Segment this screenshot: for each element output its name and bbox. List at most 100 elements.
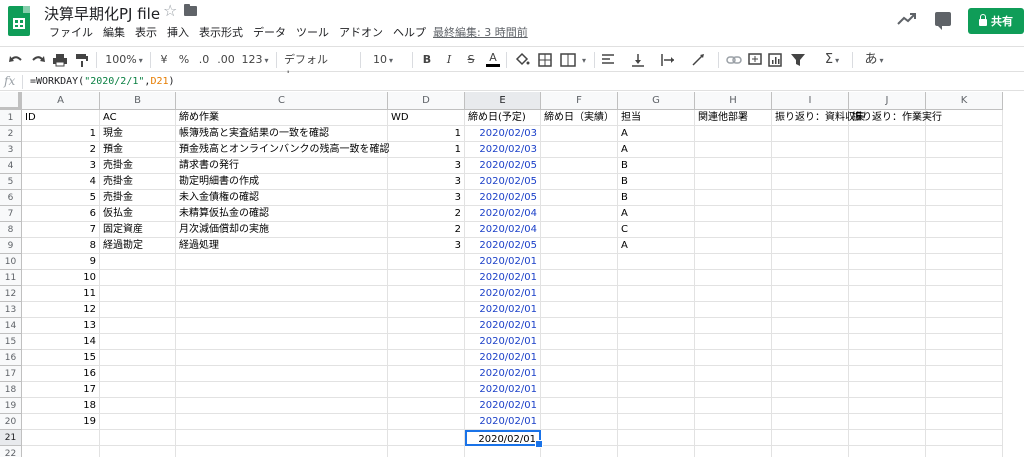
cell-empty[interactable] [926,286,1003,302]
cell-plan-date[interactable] [465,446,541,457]
column-header-f[interactable]: F [541,92,618,110]
cell-id[interactable]: 2 [22,142,100,158]
cell-empty[interactable] [849,366,926,382]
cell-ac[interactable] [100,398,176,414]
cell-actual-date[interactable] [541,142,618,158]
cell-empty[interactable] [849,318,926,334]
cell-id[interactable]: 14 [22,334,100,350]
cell-id[interactable] [22,446,100,457]
cell-ac[interactable]: 経過勘定 [100,238,176,254]
cell-wd[interactable]: 1 [388,142,465,158]
cell-empty[interactable] [695,414,772,430]
cell-empty[interactable] [695,142,772,158]
cell-owner[interactable]: A [618,238,695,254]
cell-task[interactable] [176,430,388,446]
text-wrapping-icon[interactable] [660,52,676,68]
cell-owner[interactable] [618,366,695,382]
cell-ac[interactable]: 売掛金 [100,190,176,206]
cell-empty[interactable] [695,398,772,414]
row-header-16[interactable]: 16 [0,350,22,366]
cell-empty[interactable] [695,158,772,174]
more-formats-select[interactable]: 123 [240,52,270,68]
cell-id[interactable]: 18 [22,398,100,414]
cell-empty[interactable] [926,222,1003,238]
cell-owner[interactable] [618,430,695,446]
insert-link-icon[interactable] [726,52,742,68]
cell-task[interactable] [176,350,388,366]
cell-id[interactable]: 12 [22,302,100,318]
menu-view[interactable]: 表示 [130,24,162,40]
cell-ac[interactable]: 現金 [100,126,176,142]
merge-cells-icon[interactable] [560,52,576,68]
cell-plan-date[interactable]: 2020/02/01 [465,270,541,286]
cell-task[interactable]: 勘定明細書の作成 [176,174,388,190]
cell-ac[interactable] [100,302,176,318]
cell-empty[interactable] [849,174,926,190]
cell-ac[interactable]: 固定資産 [100,222,176,238]
cell-empty[interactable] [926,190,1003,206]
cell-id[interactable]: 7 [22,222,100,238]
cell-id[interactable]: 13 [22,318,100,334]
cell-plan-date[interactable]: 2020/02/05 [465,174,541,190]
cell-task[interactable] [176,414,388,430]
cell-wd[interactable] [388,350,465,366]
cell-task[interactable] [176,318,388,334]
cell-header-b[interactable]: AC [100,110,176,126]
select-all-corner[interactable] [0,92,22,110]
cell-actual-date[interactable] [541,398,618,414]
row-header-10[interactable]: 10 [0,254,22,270]
cell-plan-date[interactable]: 2020/02/03 [465,142,541,158]
cell-plan-date[interactable]: 2020/02/01 [465,414,541,430]
cell-actual-date[interactable] [541,222,618,238]
row-header-4[interactable]: 4 [0,158,22,174]
cell-plan-date[interactable]: 2020/02/04 [465,206,541,222]
cell-task[interactable]: 請求書の発行 [176,158,388,174]
cell-id[interactable]: 11 [22,286,100,302]
cell-wd[interactable] [388,286,465,302]
cell-plan-date[interactable]: 2020/02/01 [465,302,541,318]
cell-id[interactable]: 9 [22,254,100,270]
cell-empty[interactable] [926,414,1003,430]
cell-empty[interactable] [849,286,926,302]
cell-actual-date[interactable] [541,254,618,270]
cell-id[interactable]: 5 [22,190,100,206]
cell-owner[interactable] [618,382,695,398]
cell-wd[interactable] [388,334,465,350]
font-size-select[interactable]: 10 [368,52,398,68]
cell-owner[interactable] [618,398,695,414]
cell-ac[interactable] [100,350,176,366]
cell-actual-date[interactable] [541,366,618,382]
cell-owner[interactable]: A [618,142,695,158]
menu-help[interactable]: ヘルプ [388,24,431,40]
cell-empty[interactable] [849,430,926,446]
filter-icon[interactable] [790,52,806,68]
cell-empty[interactable] [849,398,926,414]
merge-dropdown[interactable] [578,52,588,68]
cell-empty[interactable] [926,430,1003,446]
cell-owner[interactable] [618,350,695,366]
cell-empty[interactable] [849,158,926,174]
cell-owner[interactable]: C [618,222,695,238]
cell-task[interactable] [176,366,388,382]
cell-plan-date[interactable]: 2020/02/03 [465,126,541,142]
cell-id[interactable]: 10 [22,270,100,286]
cell-empty[interactable] [695,366,772,382]
cell-wd[interactable] [388,366,465,382]
cell-empty[interactable] [772,142,849,158]
cell-empty[interactable] [926,158,1003,174]
cell-task[interactable]: 未入金債権の確認 [176,190,388,206]
cell-owner[interactable] [618,302,695,318]
cell-plan-date[interactable]: 2020/02/05 [465,238,541,254]
cell-header-g[interactable]: 担当 [618,110,695,126]
cell-ac[interactable] [100,446,176,457]
row-header-1[interactable]: 1 [0,110,22,126]
cell-owner[interactable] [618,270,695,286]
activity-trend-icon[interactable] [897,12,917,26]
cell-id[interactable]: 6 [22,206,100,222]
cell-actual-date[interactable] [541,158,618,174]
row-header-3[interactable]: 3 [0,142,22,158]
cell-plan-date[interactable]: 2020/02/01 [465,398,541,414]
row-header-5[interactable]: 5 [0,174,22,190]
row-header-6[interactable]: 6 [0,190,22,206]
sheets-logo-icon[interactable] [8,6,30,36]
